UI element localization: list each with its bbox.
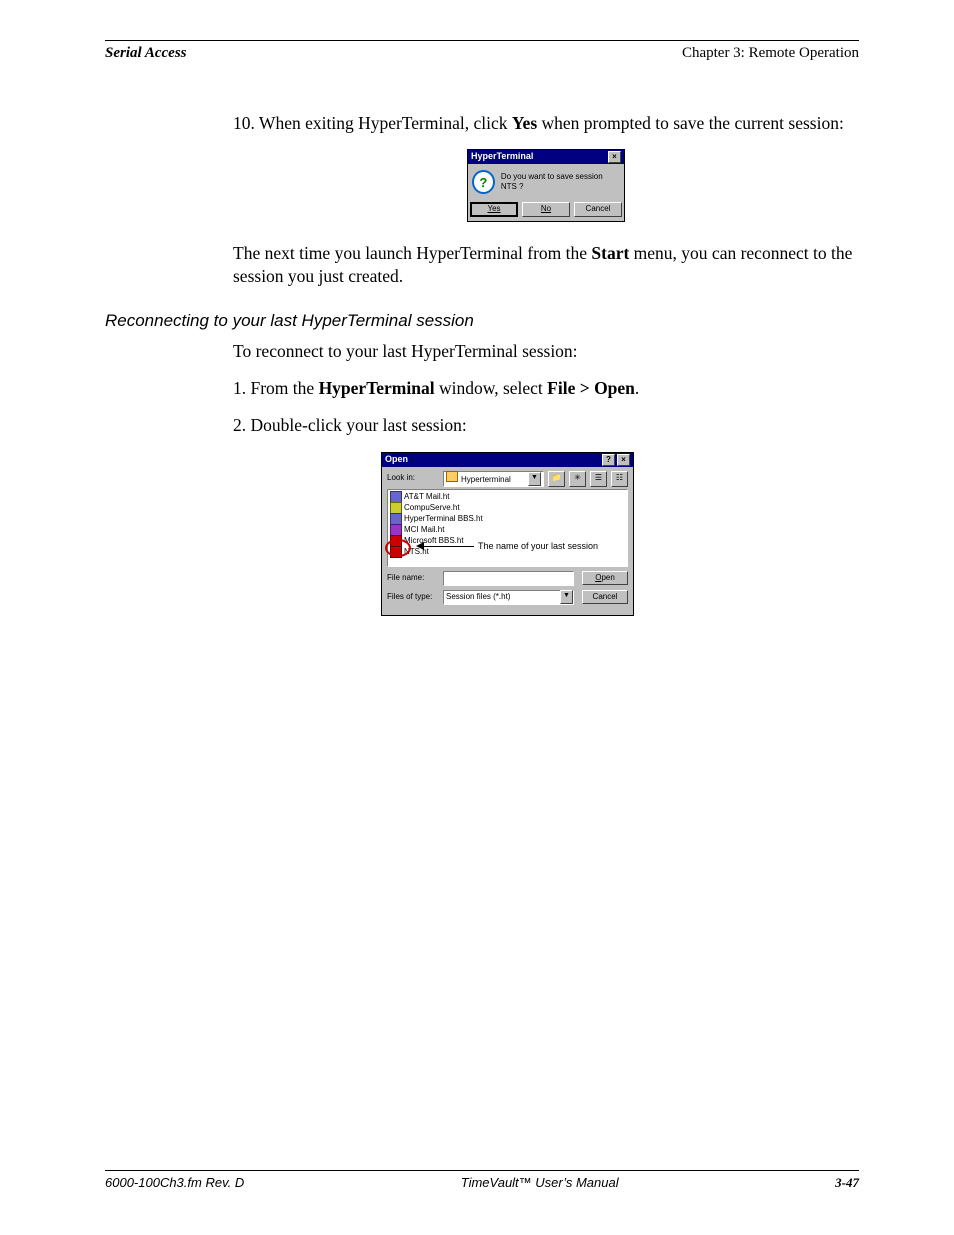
step-yes-bold: Yes <box>512 113 537 133</box>
no-button[interactable]: No <box>522 202 570 217</box>
reconnect-subheading: Reconnecting to your last HyperTerminal … <box>105 310 859 332</box>
next-time-paragraph: The next time you launch HyperTerminal f… <box>233 242 859 288</box>
save-session-dialog: HyperTerminal × ? Do you want to save se… <box>467 149 625 222</box>
step-2: 2. Double-click your last session: <box>233 414 859 437</box>
reconnect-intro: To reconnect to your last HyperTerminal … <box>233 340 859 363</box>
page-footer: 6000-100Ch3.fm Rev. D TimeVault™ User’s … <box>105 1170 859 1191</box>
close-icon[interactable]: × <box>617 454 630 466</box>
footer-center: TimeVault™ User’s Manual <box>461 1175 619 1191</box>
filetype-label: Files of type: <box>387 592 439 603</box>
start-bold: Start <box>591 243 629 263</box>
header-left: Serial Access <box>105 45 187 62</box>
lookin-dropdown[interactable]: Hyperterminal ▼ <box>443 471 544 487</box>
filetype-value: Session files (*.ht) <box>446 592 510 603</box>
yes-button[interactable]: Yes <box>470 202 518 217</box>
step-number: 2. <box>233 415 246 435</box>
chevron-down-icon[interactable]: ▼ <box>560 590 573 604</box>
file-open-bold: File > Open <box>547 378 635 398</box>
chevron-down-icon[interactable]: ▼ <box>528 472 541 486</box>
filename-input[interactable] <box>443 571 574 586</box>
close-icon[interactable]: × <box>608 151 621 163</box>
filename-label: File name: <box>387 573 439 584</box>
details-view-icon[interactable]: ☷ <box>611 471 628 487</box>
step-number: 10. <box>233 113 255 133</box>
new-folder-icon[interactable]: ✳ <box>569 471 586 487</box>
file-item[interactable]: AT&T Mail.ht <box>390 492 625 503</box>
callout-annotation: The name of your last session <box>478 541 598 553</box>
callout-circle <box>385 539 411 557</box>
file-item[interactable]: MCI Mail.ht <box>390 525 625 536</box>
cancel-button[interactable]: Cancel <box>582 590 628 605</box>
list-view-icon[interactable]: ☰ <box>590 471 607 487</box>
header-right: Chapter 3: Remote Operation <box>682 45 859 62</box>
footer-right: 3-47 <box>835 1175 859 1191</box>
cancel-button[interactable]: Cancel <box>574 202 622 217</box>
lookin-label: Look in: <box>387 473 439 484</box>
footer-left: 6000-100Ch3.fm Rev. D <box>105 1175 244 1191</box>
open-dialog-title: Open <box>385 454 408 466</box>
up-one-level-icon[interactable]: 📁 <box>548 471 565 487</box>
question-icon: ? <box>472 170 495 194</box>
dialog-titlebar: HyperTerminal × <box>468 150 624 164</box>
dialog-question: Do you want to save session NTS ? <box>501 172 620 193</box>
step-10: 10. When exiting HyperTerminal, click Ye… <box>233 112 859 135</box>
step-number: 1. <box>233 378 246 398</box>
open-dialog-titlebar: Open ? × <box>382 453 633 467</box>
open-button[interactable]: Open <box>582 571 628 586</box>
file-item[interactable]: HyperTerminal BBS.ht <box>390 514 625 525</box>
open-dialog: Open ? × Look in: Hyperterminal ▼ 📁 ✳ ☰ … <box>381 452 634 616</box>
dialog-title: HyperTerminal <box>471 151 533 163</box>
step-1: 1. From the HyperTerminal window, select… <box>233 377 859 400</box>
step-text-2: when prompted to save the current sessio… <box>537 113 844 133</box>
filetype-dropdown[interactable]: Session files (*.ht) ▼ <box>443 590 574 605</box>
hyperterminal-bold: HyperTerminal <box>319 378 435 398</box>
folder-icon <box>446 471 458 482</box>
page-header: Serial Access Chapter 3: Remote Operatio… <box>105 41 859 66</box>
help-icon[interactable]: ? <box>602 454 615 466</box>
callout-arrow <box>422 546 474 547</box>
step-text-1: When exiting HyperTerminal, click <box>255 113 512 133</box>
lookin-value: Hyperterminal <box>461 475 511 484</box>
file-list[interactable]: AT&T Mail.ht CompuServe.ht HyperTerminal… <box>387 489 628 567</box>
file-item[interactable]: CompuServe.ht <box>390 503 625 514</box>
